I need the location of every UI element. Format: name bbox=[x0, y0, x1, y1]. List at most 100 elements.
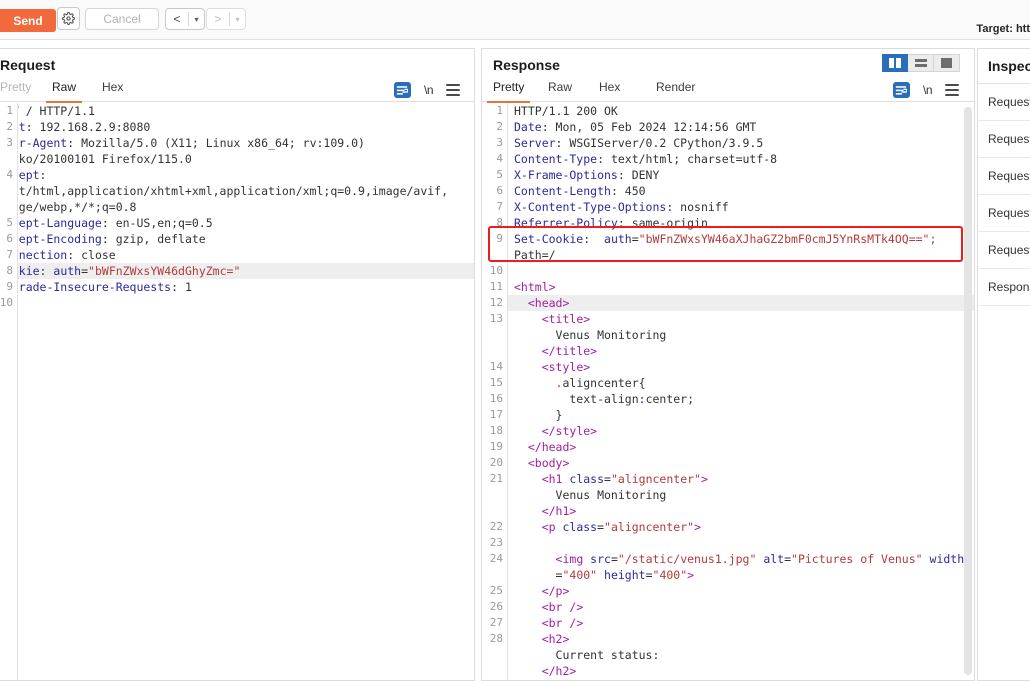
code-line: Set-Cookie: auth="bWFnZWxsYW46aXJhaGZ2bm… bbox=[482, 231, 974, 247]
tab-response-pretty[interactable]: Pretty bbox=[486, 79, 531, 103]
request-header-icons: \n bbox=[393, 80, 460, 100]
line-number bbox=[482, 503, 507, 519]
tab-request-pretty[interactable]: Pretty bbox=[0, 79, 31, 102]
cancel-button[interactable]: Cancel bbox=[85, 8, 159, 30]
code-line: <body> bbox=[482, 455, 974, 471]
tab-request-raw[interactable]: Raw bbox=[45, 79, 83, 103]
line-number: 3 bbox=[6, 136, 13, 149]
code-token: height bbox=[604, 568, 646, 582]
code-token: : 192.168.2.9:8080 bbox=[25, 120, 151, 134]
newline-icon[interactable]: \n bbox=[424, 83, 434, 97]
code-token: <h1 bbox=[541, 472, 570, 486]
line-number bbox=[482, 327, 507, 343]
code-line: Cookie: auth="bWFnZWxsYW46dGhyZmc=" bbox=[0, 263, 474, 279]
code-line: ="400" height="400"> bbox=[482, 567, 974, 583]
code-line: <html> bbox=[482, 279, 974, 295]
newline-icon[interactable]: \n bbox=[923, 83, 933, 97]
code-token: class bbox=[569, 472, 605, 486]
request-code-lines[interactable]: GET / HTTP/1.1Host: 192.168.2.9:8080User… bbox=[0, 103, 474, 680]
line-number bbox=[482, 567, 507, 583]
code-line: Content-Length: 450 bbox=[482, 183, 974, 199]
split-horizontal-view-button[interactable] bbox=[908, 54, 934, 72]
code-token: = bbox=[81, 264, 89, 278]
inspector-row-request-cookies[interactable]: Request cookies bbox=[978, 195, 1030, 232]
inspector-row-request-body-parameters[interactable]: Request body parameters bbox=[978, 158, 1030, 195]
response-scrollbar[interactable] bbox=[964, 107, 972, 675]
code-line: Connection: close bbox=[0, 247, 474, 263]
code-line: </p> bbox=[482, 583, 974, 599]
history-back-button[interactable]: < ▾ bbox=[165, 8, 205, 30]
gear-icon[interactable] bbox=[57, 7, 80, 30]
response-code-lines[interactable]: HTTP/1.1 200 OK Date: Mon, 05 Feb 2024 12… bbox=[482, 103, 974, 680]
split-vertical-view-button[interactable] bbox=[882, 54, 908, 72]
code-line: Current status: bbox=[482, 647, 974, 663]
code-token: Date bbox=[514, 120, 542, 134]
code-token: Path=/ bbox=[514, 248, 556, 262]
line-number: 5 bbox=[496, 168, 503, 181]
code-token: Venus Monitoring bbox=[514, 328, 667, 342]
top-toolbar: Send Cancel < ▾ > ▾ Target: htt bbox=[0, 0, 1030, 40]
response-line-numbers: 1 2 3 4 5 6 7 8 9 10 11 12 13 14 15 16 17 18 19 20 21 22 23 24 2… bbox=[482, 103, 508, 680]
line-number: 8 bbox=[6, 264, 13, 277]
menu-icon[interactable] bbox=[945, 84, 959, 96]
code-token: : gzip, deflate bbox=[101, 232, 206, 246]
code-token: Set-Cookie bbox=[514, 232, 584, 246]
tab-response-raw[interactable]: Raw bbox=[548, 79, 572, 102]
single-pane-view-button[interactable] bbox=[934, 54, 960, 72]
inspector-row-request-headers[interactable]: Request headers bbox=[978, 232, 1030, 269]
code-line: text/html,application/xhtml+xml,applicat… bbox=[0, 183, 474, 199]
inspector-row-request-query-parameters[interactable]: Request query parameters bbox=[978, 121, 1030, 158]
tab-response-render[interactable]: Render bbox=[656, 79, 695, 102]
response-editor[interactable]: HTTP/1.1 200 OK Date: Mon, 05 Feb 2024 12… bbox=[482, 103, 974, 680]
inspector-row-request-attributes[interactable]: Request attributes bbox=[978, 84, 1030, 121]
code-line: X-Content-Type-Options: nosniff bbox=[482, 199, 974, 215]
code-token: "bWFnZWxsYW46dGhyZmc=" bbox=[88, 264, 241, 278]
code-line: image/webp,*/*;q=0.8 bbox=[0, 199, 474, 215]
line-number: 3 bbox=[496, 136, 503, 149]
code-token: HTTP/1.1 200 OK bbox=[514, 104, 618, 118]
line-number: 27 bbox=[489, 616, 503, 629]
code-token: <head> bbox=[527, 296, 570, 310]
code-token: image/webp,*/*;q=0.8 bbox=[0, 200, 137, 214]
burp-repeater-window: Send Cancel < ▾ > ▾ Target: htt Request … bbox=[0, 0, 1030, 681]
code-line: <h2> bbox=[482, 631, 974, 647]
chevron-down-icon[interactable]: ▾ bbox=[230, 15, 245, 24]
code-token: = bbox=[597, 520, 605, 534]
code-line: Date: Mon, 05 Feb 2024 12:14:56 GMT bbox=[482, 119, 974, 135]
line-number: 4 bbox=[496, 152, 503, 165]
code-line: </h1> bbox=[482, 503, 974, 519]
history-forward-button[interactable]: > ▾ bbox=[206, 8, 246, 30]
send-button[interactable]: Send bbox=[0, 9, 56, 32]
inspector-row-response-headers[interactable]: Response headers bbox=[978, 269, 1030, 306]
line-number: 23 bbox=[489, 536, 503, 549]
code-token: "aligncenter" bbox=[604, 520, 695, 534]
code-token: = bbox=[631, 232, 639, 246]
code-token: X-Content-Type-Options bbox=[514, 200, 667, 214]
menu-icon[interactable] bbox=[446, 84, 460, 96]
request-editor[interactable]: GET / HTTP/1.1Host: 192.168.2.9:8080User… bbox=[0, 103, 474, 680]
code-token: <p bbox=[541, 520, 563, 534]
tab-request-hex[interactable]: Hex bbox=[102, 79, 123, 102]
wrap-lines-icon[interactable] bbox=[892, 82, 910, 98]
code-line: Venus Monitoring bbox=[482, 327, 974, 343]
line-number: 1 bbox=[496, 104, 503, 117]
code-token: : Mon, 05 Feb 2024 12:14:56 GMT bbox=[541, 120, 757, 134]
inspector-title: Inspector bbox=[978, 49, 1030, 84]
wrap-lines-icon[interactable] bbox=[393, 82, 411, 98]
code-line: Accept: bbox=[0, 167, 474, 183]
tab-response-hex[interactable]: Hex bbox=[599, 79, 620, 102]
code-token: : nosniff bbox=[666, 200, 729, 214]
code-token: </style> bbox=[541, 424, 598, 438]
line-number: 6 bbox=[6, 232, 13, 245]
chevron-down-icon[interactable]: ▾ bbox=[189, 15, 204, 24]
code-token: <style> bbox=[541, 360, 591, 374]
line-number: 8 bbox=[496, 216, 503, 229]
line-number: 9 bbox=[6, 280, 13, 293]
code-token: : text/html; charset=utf-8 bbox=[597, 152, 778, 166]
code-line: <style> bbox=[482, 359, 974, 375]
